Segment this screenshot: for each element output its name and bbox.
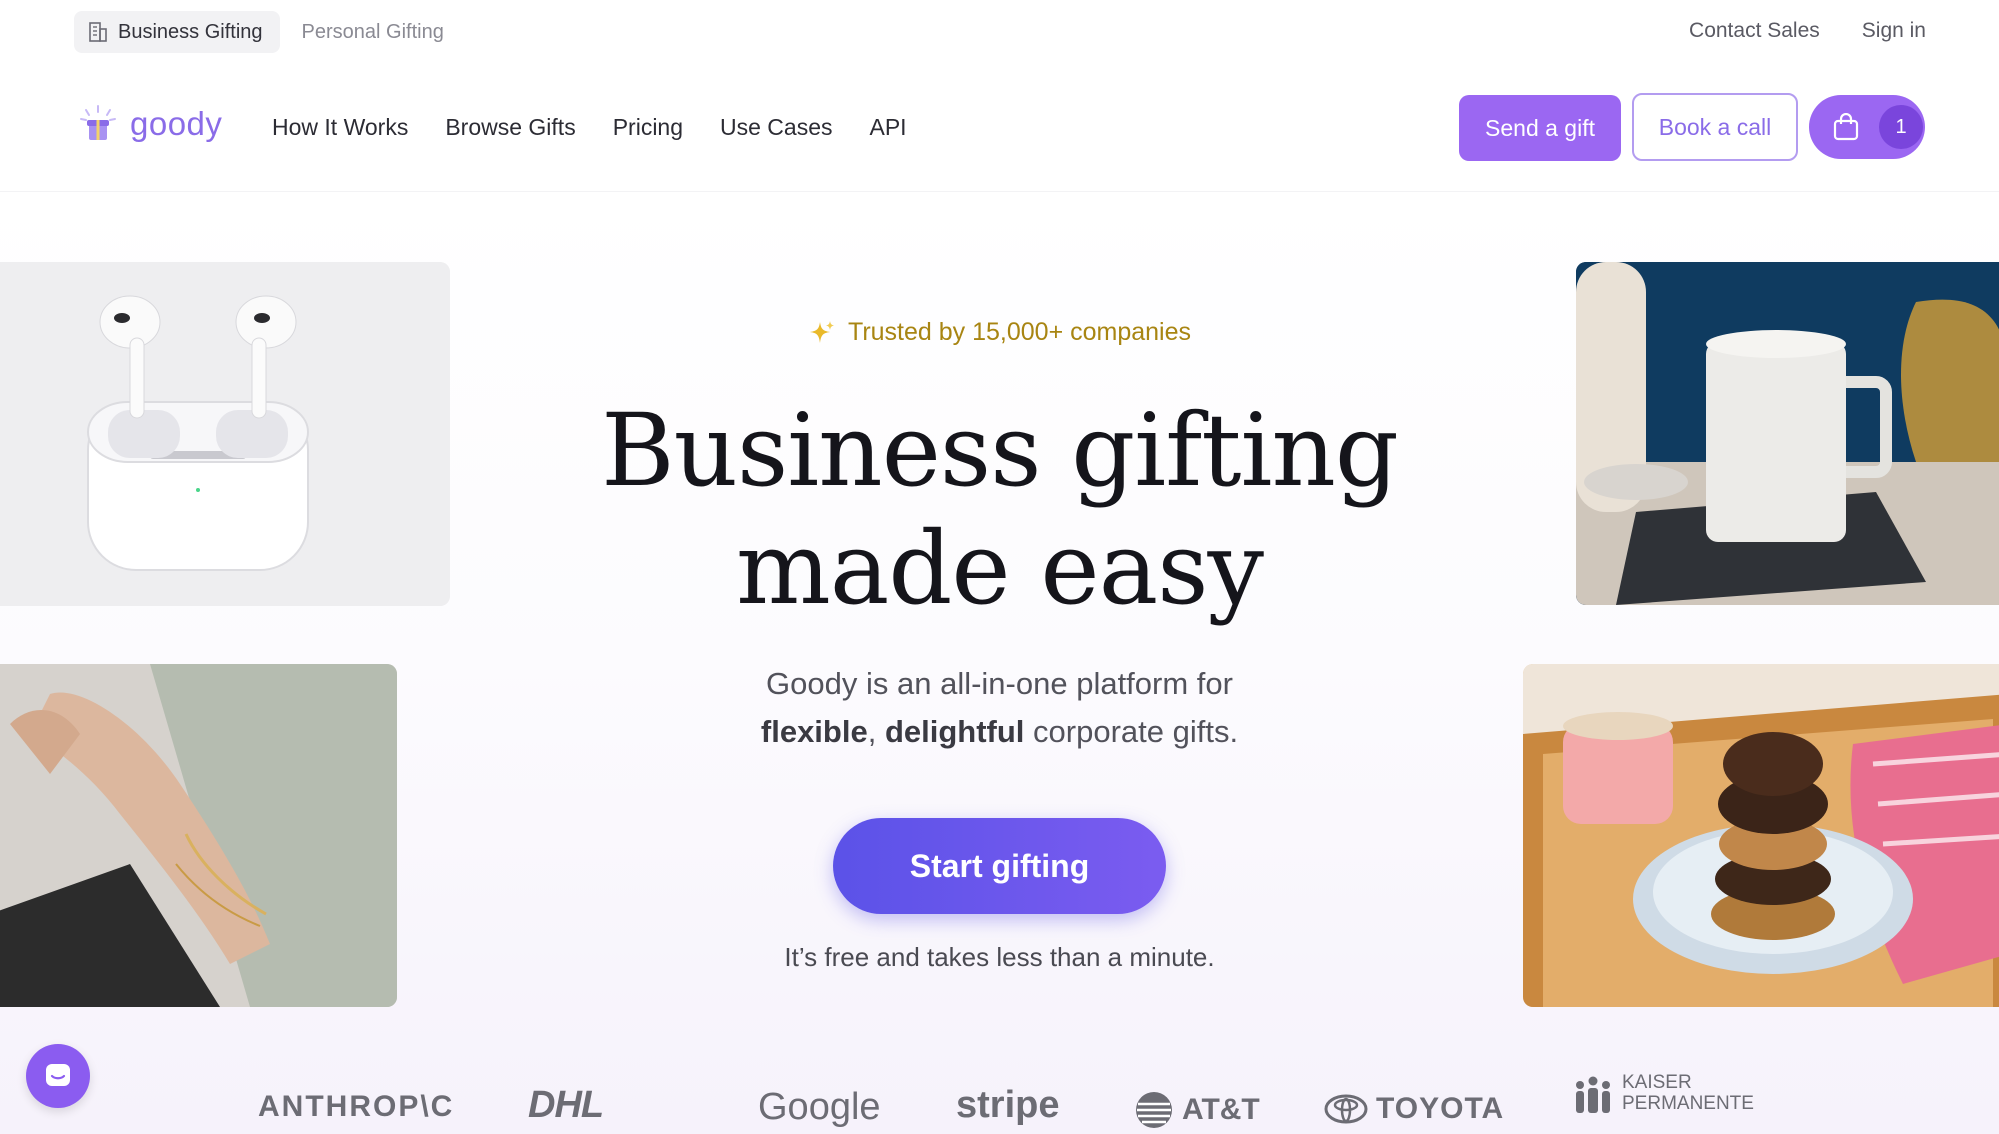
nav-browse-gifts[interactable]: Browse Gifts bbox=[445, 114, 575, 141]
sign-in-link[interactable]: Sign in bbox=[1862, 19, 1926, 43]
personal-gifting-label: Personal Gifting bbox=[301, 20, 444, 43]
business-gifting-label: Business Gifting bbox=[118, 20, 263, 43]
nav-links: How It Works Browse Gifts Pricing Use Ca… bbox=[272, 114, 907, 141]
contact-sales-link[interactable]: Contact Sales bbox=[1689, 19, 1820, 43]
utility-links: Contact Sales Sign in bbox=[1689, 19, 1926, 43]
main-nav: goody How It Works Browse Gifts Pricing … bbox=[0, 64, 1999, 192]
nav-how-it-works[interactable]: How It Works bbox=[272, 114, 408, 141]
goody-logo[interactable]: goody bbox=[78, 104, 222, 144]
personal-gifting-tab[interactable]: Personal Gifting bbox=[280, 11, 461, 53]
cta-note: It’s free and takes less than a minute. bbox=[784, 942, 1215, 972]
subtitle-bold-flexible: flexible bbox=[760, 714, 868, 749]
shopping-bag-icon bbox=[1833, 113, 1859, 141]
toyota-logo: TOYOTA bbox=[1324, 1092, 1504, 1126]
kaiser-people-icon bbox=[1576, 1076, 1610, 1113]
toyota-logo-text: TOYOTA bbox=[1376, 1092, 1505, 1125]
kaiser-permanente-logo: KAISER PERMANENTE bbox=[1572, 1072, 1754, 1114]
gifting-mode-switch: Business Gifting Personal Gifting bbox=[74, 11, 461, 53]
gift-sparkle-icon bbox=[80, 105, 116, 140]
sparkle-icon bbox=[809, 320, 834, 343]
cart-count-badge: 1 bbox=[1879, 105, 1923, 149]
headline-line-1: Business gifting bbox=[601, 392, 1399, 509]
logo-text: goody bbox=[130, 105, 223, 142]
nav-api[interactable]: API bbox=[870, 114, 907, 141]
trusted-badge: Trusted by 15,000+ companies bbox=[0, 318, 1999, 347]
building-icon bbox=[89, 22, 107, 42]
cart-button[interactable]: 1 bbox=[1809, 95, 1925, 159]
toyota-emblem-icon bbox=[1324, 1094, 1368, 1124]
subtitle-line-2: flexible, delightful corporate gifts. bbox=[0, 708, 1999, 756]
customer-logos: ANTHROP\C DHL Google stripe AT&T TOYOTA … bbox=[0, 1072, 1999, 1134]
chat-icon bbox=[46, 1064, 70, 1086]
subtitle-bold-delightful: delightful bbox=[884, 714, 1025, 749]
kaiser-logo-line-2: PERMANENTE bbox=[1622, 1093, 1754, 1114]
hero-headline: Business gifting made easy bbox=[0, 392, 1999, 628]
globe-icon bbox=[1136, 1092, 1172, 1128]
hero-subtitle: Goody is an all-in-one platform for flex… bbox=[0, 660, 1999, 756]
stripe-logo: stripe bbox=[956, 1084, 1060, 1126]
att-logo-text: AT&T bbox=[1182, 1093, 1260, 1126]
business-gifting-tab[interactable]: Business Gifting bbox=[74, 11, 280, 53]
subtitle-line-1: Goody is an all-in-one platform for bbox=[766, 666, 1233, 701]
start-gifting-button[interactable]: Start gifting bbox=[833, 818, 1166, 914]
nav-pricing[interactable]: Pricing bbox=[613, 114, 683, 141]
nav-use-cases[interactable]: Use Cases bbox=[720, 114, 832, 141]
chat-launcher-button[interactable] bbox=[26, 1044, 90, 1108]
send-gift-button[interactable]: Send a gift bbox=[1459, 95, 1621, 161]
trusted-text: Trusted by 15,000+ companies bbox=[847, 318, 1192, 346]
subtitle-rest: corporate gifts. bbox=[1024, 714, 1239, 749]
dhl-logo: DHL bbox=[528, 1084, 604, 1126]
anthropic-logo: ANTHROP\C bbox=[258, 1090, 455, 1123]
kaiser-logo-line-1: KAISER bbox=[1622, 1072, 1692, 1093]
top-utility-bar: Business Gifting Personal Gifting Contac… bbox=[0, 0, 1999, 64]
att-logo: AT&T bbox=[1134, 1090, 1260, 1130]
headline-line-2: made easy bbox=[735, 510, 1264, 627]
google-logo: Google bbox=[758, 1086, 881, 1128]
subtitle-separator: , bbox=[867, 714, 885, 749]
book-call-button[interactable]: Book a call bbox=[1632, 93, 1798, 161]
